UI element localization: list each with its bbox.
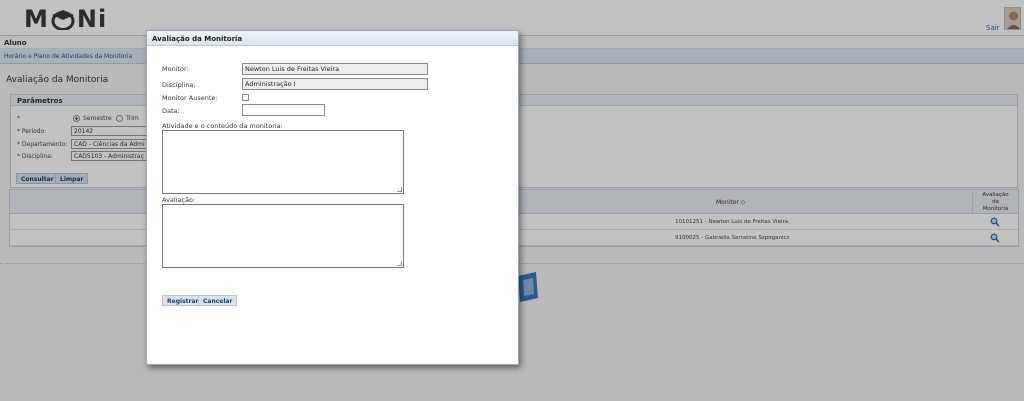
atividade-textarea[interactable] — [162, 130, 404, 194]
avaliacao-label: Avaliação: — [162, 196, 196, 204]
disciplina-label: Disciplina: — [162, 81, 196, 89]
resize-grip-icon[interactable] — [397, 261, 402, 266]
data-label: Data: — [162, 107, 180, 115]
resize-grip-icon[interactable] — [397, 187, 402, 192]
disciplina-field[interactable]: Administração I — [242, 78, 428, 90]
cancelar-button[interactable]: Cancelar — [198, 295, 238, 306]
dialog-title: Avaliação da Monitoria — [147, 31, 518, 46]
monitor-field[interactable]: Newton Luis de Freitas Vieira — [242, 63, 428, 75]
monitor-label: Monitor: — [162, 65, 189, 73]
monitor-ausente-label: Monitor Ausente: — [162, 94, 218, 102]
avaliacao-textarea[interactable] — [162, 204, 404, 268]
data-input[interactable] — [242, 104, 325, 116]
monitor-ausente-checkbox[interactable] — [242, 94, 249, 101]
atividade-label: Atividade e o conteúdo da monitoria: — [162, 122, 283, 130]
avaliacao-dialog: Avaliação da Monitoria Monitor: Newton L… — [146, 30, 519, 365]
